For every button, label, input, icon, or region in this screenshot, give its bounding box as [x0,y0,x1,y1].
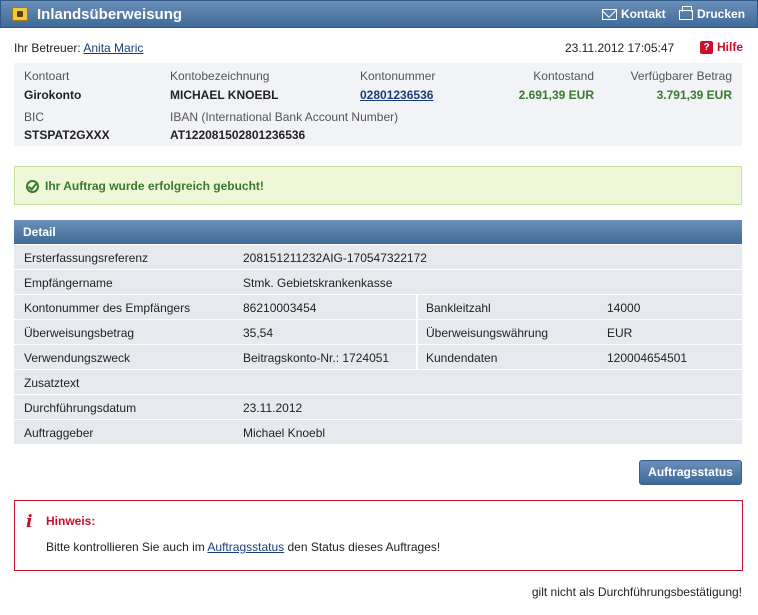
detail-title: Detail [23,225,56,239]
row-label: Ersterfassungsreferenz [24,251,149,265]
drucken-label: Drucken [697,7,746,21]
row-value: Michael Knoebl [243,426,326,440]
kontostand-label: Kontostand [533,69,594,83]
kontakt-button[interactable]: Kontakt [602,7,666,21]
success-text: Ihr Auftrag wurde erfolgreich gebucht! [45,179,264,193]
timestamp: 23.11.2012 17:05:47 [565,41,675,55]
verfuegbar-value: 3.791,39 EUR [656,88,732,102]
row-value: 86210003454 [243,301,317,315]
page-title: Inlandsüberweisung [37,6,183,23]
notice-text-before: Bitte kontrollieren Sie auch im [46,540,208,554]
advisor-link[interactable]: Anita Maric [83,41,143,55]
row-label: Kontonummer des Empfängers [24,301,191,315]
title-bar: Inlandsüberweisung Kontakt Drucken [0,0,758,28]
footnote: gilt nicht als Durchführungsbestätigung! [531,585,742,599]
table-row: Verwendungszweck Beitragskonto-Nr.: 1724… [14,345,742,370]
row-value: 35,54 [243,326,274,340]
help-button[interactable]: ? Hilfe [700,40,743,54]
row-value: Beitragskonto-Nr.: 1724051 [243,351,390,365]
bic-label: BIC [24,110,45,124]
row-value: Stmk. Gebietskrankenkasse [243,276,393,290]
row-value: 14000 [607,301,641,315]
row-label: Bankleitzahl [426,301,491,315]
table-row: Überweisungsbetrag 35,54 Überweisungswäh… [14,320,742,345]
detail-header: Detail [14,220,742,244]
auftragsstatus-button[interactable]: Auftragsstatus [639,460,742,485]
iban-value: AT122081502801236536 [170,128,306,142]
row-label: Überweisungsbetrag [24,326,135,340]
row-label: Auftraggeber [24,426,94,440]
row-value: 23.11.2012 [243,401,303,415]
row-label: Zusatztext [24,376,80,390]
kontonummer-link[interactable]: 02801236536 [360,88,433,102]
checkmark-circle-icon [26,180,39,193]
table-row: Auftraggeber Michael Knoebl [14,420,742,445]
row-value: 120004654501 [607,351,688,365]
bezeichnung-label: Kontobezeichnung [170,69,270,83]
table-row: Zusatztext [14,370,742,395]
table-row: Durchführungsdatum 23.11.2012 [14,395,742,420]
kontoart-value: Girokonto [24,88,82,102]
detail-table: Ersterfassungsreferenz 208151211232AIG-1… [14,245,742,445]
success-message: Ihr Auftrag wurde erfolgreich gebucht! [14,166,742,205]
info-icon: i [26,512,33,532]
printer-icon [679,6,693,20]
kontoart-label: Kontoart [24,69,70,83]
drucken-button[interactable]: Drucken [679,6,746,21]
kontonummer-label: Kontonummer [360,69,436,83]
help-label: Hilfe [717,40,744,54]
iban-label: IBAN (International Bank Account Number) [170,110,399,124]
row-value: 208151211232AIG-170547322172 [243,251,427,265]
column-divider [416,345,418,369]
kontakt-label: Kontakt [621,7,666,21]
notice-text-after: den Status dieses Auftrages! [284,540,441,554]
column-divider [416,295,418,319]
row-label: Verwendungszweck [24,351,131,365]
kontostand-value: 2.691,39 EUR [518,88,594,102]
mail-icon [602,8,617,20]
help-icon: ? [700,40,713,54]
notice-text: Bitte kontrollieren Sie auch im Auftrags… [46,540,440,554]
table-row: Empfängername Stmk. Gebietskrankenkasse [14,270,742,295]
transfer-app-icon [12,7,28,21]
verfuegbar-label: Verfügbarer Betrag [630,69,732,83]
advisor-info: Ihr Betreuer: Anita Maric [14,41,143,55]
bezeichnung-value: MICHAEL KNOEBL [170,88,279,102]
notice-title: Hinweis: [46,514,96,528]
advisor-label: Ihr Betreuer: [14,41,81,55]
row-label: Empfängername [24,276,113,290]
table-row: Kontonummer des Empfängers 86210003454 B… [14,295,742,320]
row-label: Überweisungswährung [426,326,549,340]
table-row: Ersterfassungsreferenz 208151211232AIG-1… [14,245,742,270]
bic-value: STSPAT2GXXX [24,128,110,142]
column-divider [416,320,418,344]
row-value: EUR [607,326,633,340]
row-label: Durchführungsdatum [24,401,137,415]
notice-box: i Hinweis: Bitte kontrollieren Sie auch … [14,500,743,571]
row-label: Kundendaten [426,351,498,365]
auftragsstatus-link[interactable]: Auftragsstatus [207,540,284,554]
account-summary: Kontoart Girokonto Kontobezeichnung MICH… [14,63,742,146]
